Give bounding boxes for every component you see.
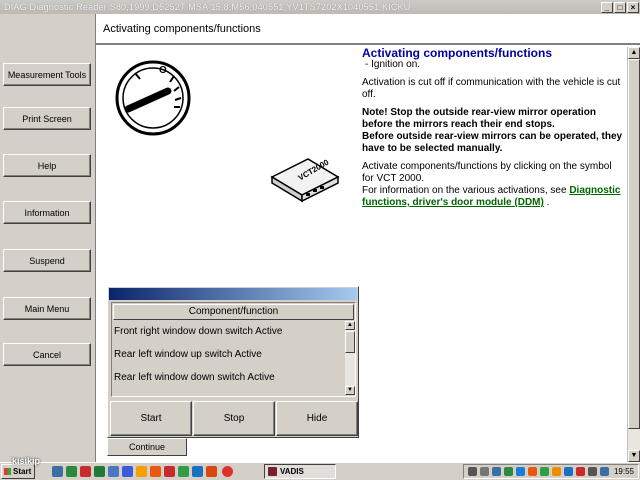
note-stop: Note! Stop the outside rear-view mirror …	[362, 107, 596, 130]
start-button-os[interactable]: Start	[1, 464, 35, 479]
print-screen-button[interactable]: Print Screen	[3, 107, 91, 130]
quicklaunch-icon[interactable]	[178, 466, 189, 477]
dialog-title-bar[interactable]	[109, 288, 357, 300]
taskbar: Start VADIS 19:55	[0, 462, 640, 480]
instruction-text: Activating components/functions - Igniti…	[362, 47, 624, 209]
scroll-down-arrow-icon[interactable]: ▼	[628, 450, 640, 462]
system-tray: 19:55	[463, 464, 639, 479]
quicklaunch-icon[interactable]	[94, 466, 105, 477]
start-button[interactable]: Start	[110, 401, 192, 436]
column-header[interactable]: Component/function	[113, 304, 354, 320]
quicklaunch-icon[interactable]	[136, 466, 147, 477]
hide-button[interactable]: Hide	[276, 401, 358, 436]
component-dialog: Component/function Front right window do…	[107, 286, 359, 438]
quicklaunch-icon[interactable]	[164, 466, 175, 477]
scroll-up-arrow-icon[interactable]: ▲	[628, 47, 640, 59]
minimize-button[interactable]: _	[601, 1, 613, 13]
chrome-icon[interactable]	[222, 466, 233, 477]
title-bar: DIAG Diagnostic Reader S80,1999,D5252T M…	[0, 0, 640, 14]
window-title: DIAG Diagnostic Reader S80,1999,D5252T M…	[4, 2, 411, 12]
para-activation: Activation is cut off if communication w…	[362, 77, 621, 100]
para-info: For information on the various activatio…	[362, 185, 624, 209]
list-item[interactable]: Front right window down switch Active	[114, 322, 344, 342]
tray-icon[interactable]	[528, 467, 537, 476]
quicklaunch-icon[interactable]	[206, 466, 217, 477]
stop-button[interactable]: Stop	[193, 401, 275, 436]
tray-icon[interactable]	[576, 467, 585, 476]
list-item[interactable]: Rear left window up switch Active	[114, 345, 344, 365]
cancel-button[interactable]: Cancel	[3, 343, 91, 366]
tray-icon[interactable]	[468, 467, 477, 476]
bullet-ignition: - Ignition on.	[365, 59, 421, 70]
task-label: VADIS	[280, 467, 304, 476]
quicklaunch-icon[interactable]	[66, 466, 77, 477]
list-up-arrow-icon[interactable]: ▲	[345, 321, 355, 330]
tray-icon[interactable]	[516, 467, 525, 476]
content-heading: Activating components/functions	[362, 46, 553, 60]
list-item[interactable]: Rear left window down switch Active	[114, 368, 344, 388]
svg-text:O: O	[159, 65, 167, 76]
main-scrollbar[interactable]: ▲ ▼	[627, 47, 640, 462]
para-activate: Activate components/functions by clickin…	[362, 161, 612, 184]
vct2000-device-icon[interactable]: VCT2000	[268, 153, 340, 205]
quicklaunch-icon[interactable]	[108, 466, 119, 477]
quicklaunch-icon[interactable]	[192, 466, 203, 477]
continue-button[interactable]: Continue	[107, 438, 187, 456]
para-info-text: For information on the various activatio…	[362, 185, 567, 196]
list-scrollbar[interactable]: ▲ ▼	[345, 321, 355, 395]
start-label: Start	[13, 467, 32, 476]
network-icon[interactable]	[600, 467, 609, 476]
list-scroll-thumb[interactable]	[345, 331, 355, 353]
tray-icon[interactable]	[504, 467, 513, 476]
scroll-thumb[interactable]	[628, 59, 640, 429]
tray-icon[interactable]	[492, 467, 501, 476]
volume-icon[interactable]	[588, 467, 597, 476]
information-button[interactable]: Information	[3, 201, 91, 224]
quicklaunch-icon[interactable]	[52, 466, 63, 477]
quicklaunch-icon[interactable]	[150, 466, 161, 477]
sidebar: Measurement Tools Print Screen Help Info…	[0, 14, 95, 462]
tray-icon[interactable]	[564, 467, 573, 476]
ignition-switch-icon: O	[115, 60, 191, 136]
vadis-icon	[268, 467, 277, 476]
watermark: kisikip	[12, 456, 41, 466]
clock: 19:55	[613, 467, 634, 476]
component-list: Component/function Front right window do…	[111, 302, 356, 397]
close-button[interactable]: ×	[627, 1, 639, 13]
tray-icon[interactable]	[552, 467, 561, 476]
tray-icon[interactable]	[540, 467, 549, 476]
windows-flag-icon	[4, 468, 11, 475]
quicklaunch-icon[interactable]	[122, 466, 133, 477]
quicklaunch-icon[interactable]	[80, 466, 91, 477]
para-info-period: .	[546, 197, 550, 208]
suspend-button[interactable]: Suspend	[3, 249, 91, 272]
maximize-button[interactable]: □	[614, 1, 626, 13]
help-button[interactable]: Help	[3, 154, 91, 177]
main-menu-button[interactable]: Main Menu	[3, 297, 91, 320]
tray-icon[interactable]	[480, 467, 489, 476]
list-down-arrow-icon[interactable]: ▼	[345, 386, 355, 395]
measurement-tools-button[interactable]: Measurement Tools	[3, 63, 91, 86]
note-select: Before outside rear-view mirrors can be …	[362, 131, 623, 154]
page-title: Activating components/functions	[96, 14, 640, 45]
taskbar-item-vadis[interactable]: VADIS	[264, 464, 336, 479]
